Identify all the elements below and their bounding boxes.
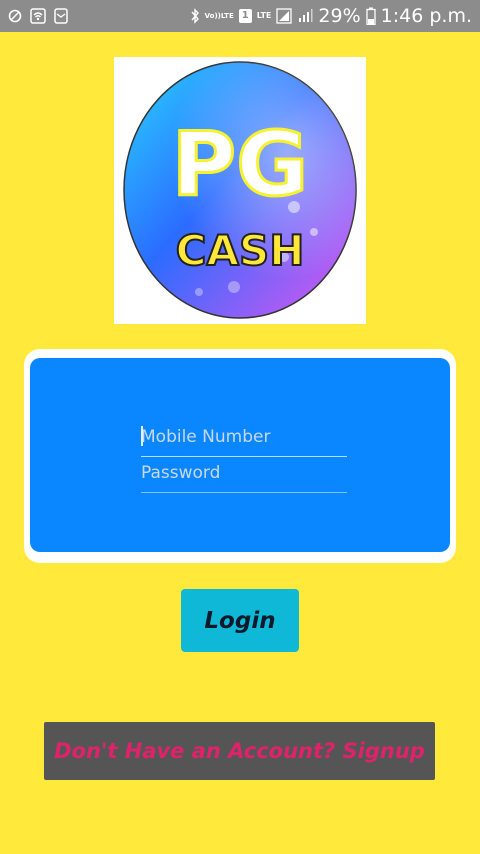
app-logo: PG CASH — [114, 57, 366, 324]
bluetooth-icon — [190, 8, 200, 24]
signal-bars-icon — [297, 8, 313, 24]
logo-pg-text: PG — [172, 113, 309, 216]
mobile-number-input[interactable] — [141, 422, 347, 457]
logo-cash-text: CASH — [176, 226, 305, 275]
volte-bottom: LTE — [220, 11, 234, 20]
password-input[interactable] — [141, 458, 347, 493]
status-bar: Vo)) LTE 1 LTE 29% 1:46 p.m. — [0, 0, 480, 32]
status-left-icons — [8, 8, 68, 24]
status-right-icons: Vo)) LTE 1 LTE 29% 1:46 p.m. — [190, 5, 472, 27]
signal-icon — [276, 8, 293, 24]
volte-icon: Vo)) LTE — [204, 11, 234, 20]
battery-icon — [365, 7, 376, 25]
clock: 1:46 p.m. — [380, 5, 472, 27]
battery-percent: 29% — [318, 5, 361, 27]
lte-label: LTE — [256, 11, 272, 20]
wifi-share-icon — [30, 8, 46, 24]
mail-icon — [54, 8, 68, 24]
sim-slot-icon: 1 — [238, 9, 252, 23]
signup-button[interactable]: Don't Have an Account? Signup — [44, 722, 435, 780]
circle-icon — [8, 9, 22, 23]
volte-top: Vo)) — [204, 11, 221, 20]
login-button[interactable]: Login — [181, 589, 299, 652]
text-caret — [141, 426, 143, 446]
